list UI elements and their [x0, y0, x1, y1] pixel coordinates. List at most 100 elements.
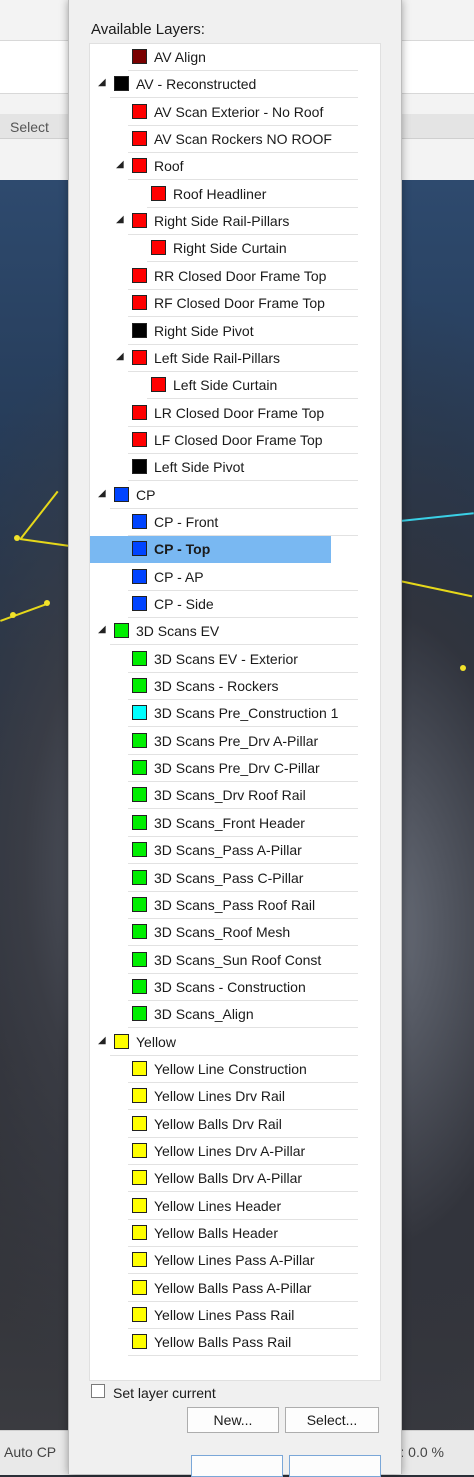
layer-color-swatch[interactable]: [132, 650, 147, 666]
layer-color-swatch[interactable]: [132, 513, 147, 529]
layer-row[interactable]: 3D Scans EV - Exterior: [90, 646, 358, 673]
layer-row[interactable]: 3D Scans_Pass Roof Rail: [90, 892, 358, 919]
select-layer-button[interactable]: Select...: [285, 1407, 379, 1433]
layer-row[interactable]: Yellow Lines Pass Rail: [90, 1302, 358, 1330]
layer-color-swatch[interactable]: [132, 1088, 147, 1104]
layer-row[interactable]: Yellow Balls Pass A-Pillar: [90, 1275, 358, 1302]
layer-color-swatch[interactable]: [132, 213, 147, 229]
layer-color-swatch[interactable]: [132, 1279, 147, 1295]
collapse-toggle-icon[interactable]: ◢: [98, 488, 108, 499]
layer-row[interactable]: 3D Scans Pre_Construction 1: [90, 700, 358, 728]
layer-color-swatch[interactable]: [132, 158, 147, 174]
layer-row[interactable]: LR Closed Door Frame Top: [90, 400, 358, 427]
layer-row[interactable]: 3D Scans Pre_Drv A-Pillar: [90, 728, 358, 755]
layer-row[interactable]: RF Closed Door Frame Top: [90, 290, 358, 318]
layer-row[interactable]: CP - Front: [90, 509, 358, 536]
layer-row[interactable]: Roof Headliner: [90, 181, 358, 208]
new-layer-button[interactable]: New...: [187, 1407, 279, 1433]
layer-row[interactable]: Yellow Balls Drv A-Pillar: [90, 1165, 358, 1193]
layer-row[interactable]: 3D Scans_Align: [90, 1001, 358, 1029]
layer-color-swatch[interactable]: [132, 1334, 147, 1350]
layer-row[interactable]: 3D Scans Pre_Drv C-Pillar: [90, 755, 358, 783]
layer-row[interactable]: ◢ Left Side Rail-Pillars: [90, 345, 358, 372]
layer-color-swatch[interactable]: [132, 814, 147, 830]
layer-row[interactable]: 3D Scans_Roof Mesh: [90, 919, 358, 947]
layer-row[interactable]: CP - AP: [90, 564, 358, 591]
collapse-toggle-icon[interactable]: ◢: [116, 351, 126, 362]
layer-row[interactable]: 3D Scans_Front Header: [90, 810, 358, 837]
collapse-toggle-icon[interactable]: ◢: [98, 625, 108, 635]
layer-color-swatch[interactable]: [132, 732, 147, 748]
layer-tree[interactable]: AV Align ◢ AV - Reconstructed AV Scan Exter…: [89, 43, 381, 1381]
set-layer-current-checkbox[interactable]: [91, 1384, 105, 1398]
layer-row[interactable]: ◢ 3D Scans EV: [90, 618, 358, 646]
layer-row[interactable]: Yellow Balls Drv Rail: [90, 1111, 358, 1138]
layer-color-swatch[interactable]: [132, 596, 147, 611]
layer-color-swatch[interactable]: [132, 431, 147, 447]
layer-color-swatch[interactable]: [151, 240, 166, 256]
layer-row[interactable]: Yellow Line Construction: [90, 1056, 358, 1083]
layer-color-swatch[interactable]: [132, 295, 147, 311]
layer-row[interactable]: CP - Side: [90, 591, 358, 618]
layer-color-swatch[interactable]: [114, 623, 129, 639]
layer-row[interactable]: Left Side Pivot: [90, 454, 358, 482]
layer-row[interactable]: 3D Scans_Drv Roof Rail: [90, 782, 358, 810]
collapse-toggle-icon[interactable]: ◢: [98, 78, 108, 88]
layer-color-swatch[interactable]: [132, 459, 147, 475]
layer-color-swatch[interactable]: [114, 76, 129, 92]
layer-color-swatch[interactable]: [114, 486, 129, 502]
layer-color-swatch[interactable]: [132, 978, 147, 994]
layer-color-swatch[interactable]: [114, 1033, 129, 1049]
layer-row[interactable]: Yellow Balls Pass Rail: [90, 1329, 358, 1357]
select-tab[interactable]: Select: [10, 119, 49, 135]
layer-color-swatch[interactable]: [132, 1197, 147, 1213]
layer-row[interactable]: 3D Scans - Rockers: [90, 673, 358, 701]
layer-row[interactable]: Yellow Lines Drv A-Pillar: [90, 1138, 358, 1165]
layer-row[interactable]: RR Closed Door Frame Top: [90, 263, 358, 290]
layer-color-swatch[interactable]: [132, 349, 147, 365]
layer-row[interactable]: ◢ CP: [90, 482, 358, 509]
layer-row[interactable]: 3D Scans_Pass C-Pillar: [90, 865, 358, 892]
layer-row[interactable]: AV Align: [90, 44, 358, 71]
layer-color-swatch[interactable]: [132, 49, 147, 64]
layer-row[interactable]: ◢ Roof: [90, 153, 358, 181]
status-auto-cp[interactable]: Auto CP: [4, 1444, 56, 1460]
layer-row[interactable]: Yellow Lines Drv Rail: [90, 1083, 358, 1111]
layer-color-swatch[interactable]: [132, 1252, 147, 1268]
layer-row[interactable]: 3D Scans - Construction: [90, 974, 358, 1001]
layer-color-swatch[interactable]: [132, 760, 147, 776]
layer-color-swatch[interactable]: [132, 1115, 147, 1131]
layer-color-swatch[interactable]: [132, 1006, 147, 1022]
layer-color-swatch[interactable]: [132, 842, 147, 858]
layer-color-swatch[interactable]: [132, 1143, 147, 1158]
layer-color-swatch[interactable]: [132, 404, 147, 420]
layer-row[interactable]: AV Scan Rockers NO ROOF: [90, 126, 358, 154]
collapse-toggle-icon[interactable]: ◢: [116, 160, 126, 170]
layer-color-swatch[interactable]: [132, 1060, 147, 1076]
layer-row[interactable]: Left Side Curtain: [90, 372, 358, 400]
layer-color-swatch[interactable]: [151, 185, 166, 201]
layer-color-swatch[interactable]: [132, 787, 147, 803]
layer-row[interactable]: ◢ AV - Reconstructed: [90, 71, 358, 99]
layer-color-swatch[interactable]: [132, 1307, 147, 1323]
layer-row[interactable]: ◢ Right Side Rail-Pillars: [90, 208, 358, 236]
layer-color-swatch[interactable]: [132, 568, 147, 584]
layer-color-swatch[interactable]: [132, 924, 147, 940]
layer-color-swatch[interactable]: [132, 896, 147, 912]
layer-color-swatch[interactable]: [132, 103, 147, 119]
layer-row[interactable]: LF Closed Door Frame Top: [90, 427, 358, 454]
layer-color-swatch[interactable]: [132, 869, 147, 885]
layer-row[interactable]: Right Side Pivot: [90, 318, 358, 345]
layer-row[interactable]: ◢ Yellow: [90, 1029, 358, 1056]
layer-color-swatch[interactable]: [151, 377, 166, 393]
layer-color-swatch[interactable]: [132, 131, 147, 147]
layer-row[interactable]: CP - Top: [90, 536, 331, 564]
layer-row[interactable]: Yellow Balls Header: [90, 1220, 358, 1248]
layer-row[interactable]: Yellow Lines Pass A-Pillar: [90, 1247, 358, 1275]
layer-color-swatch[interactable]: [132, 267, 147, 283]
layer-color-swatch[interactable]: [132, 705, 147, 721]
layer-color-swatch[interactable]: [132, 322, 147, 338]
layer-color-swatch[interactable]: [132, 678, 147, 694]
layer-row[interactable]: AV Scan Exterior - No Roof: [90, 99, 358, 126]
layer-row[interactable]: 3D Scans_Sun Roof Const: [90, 947, 358, 974]
